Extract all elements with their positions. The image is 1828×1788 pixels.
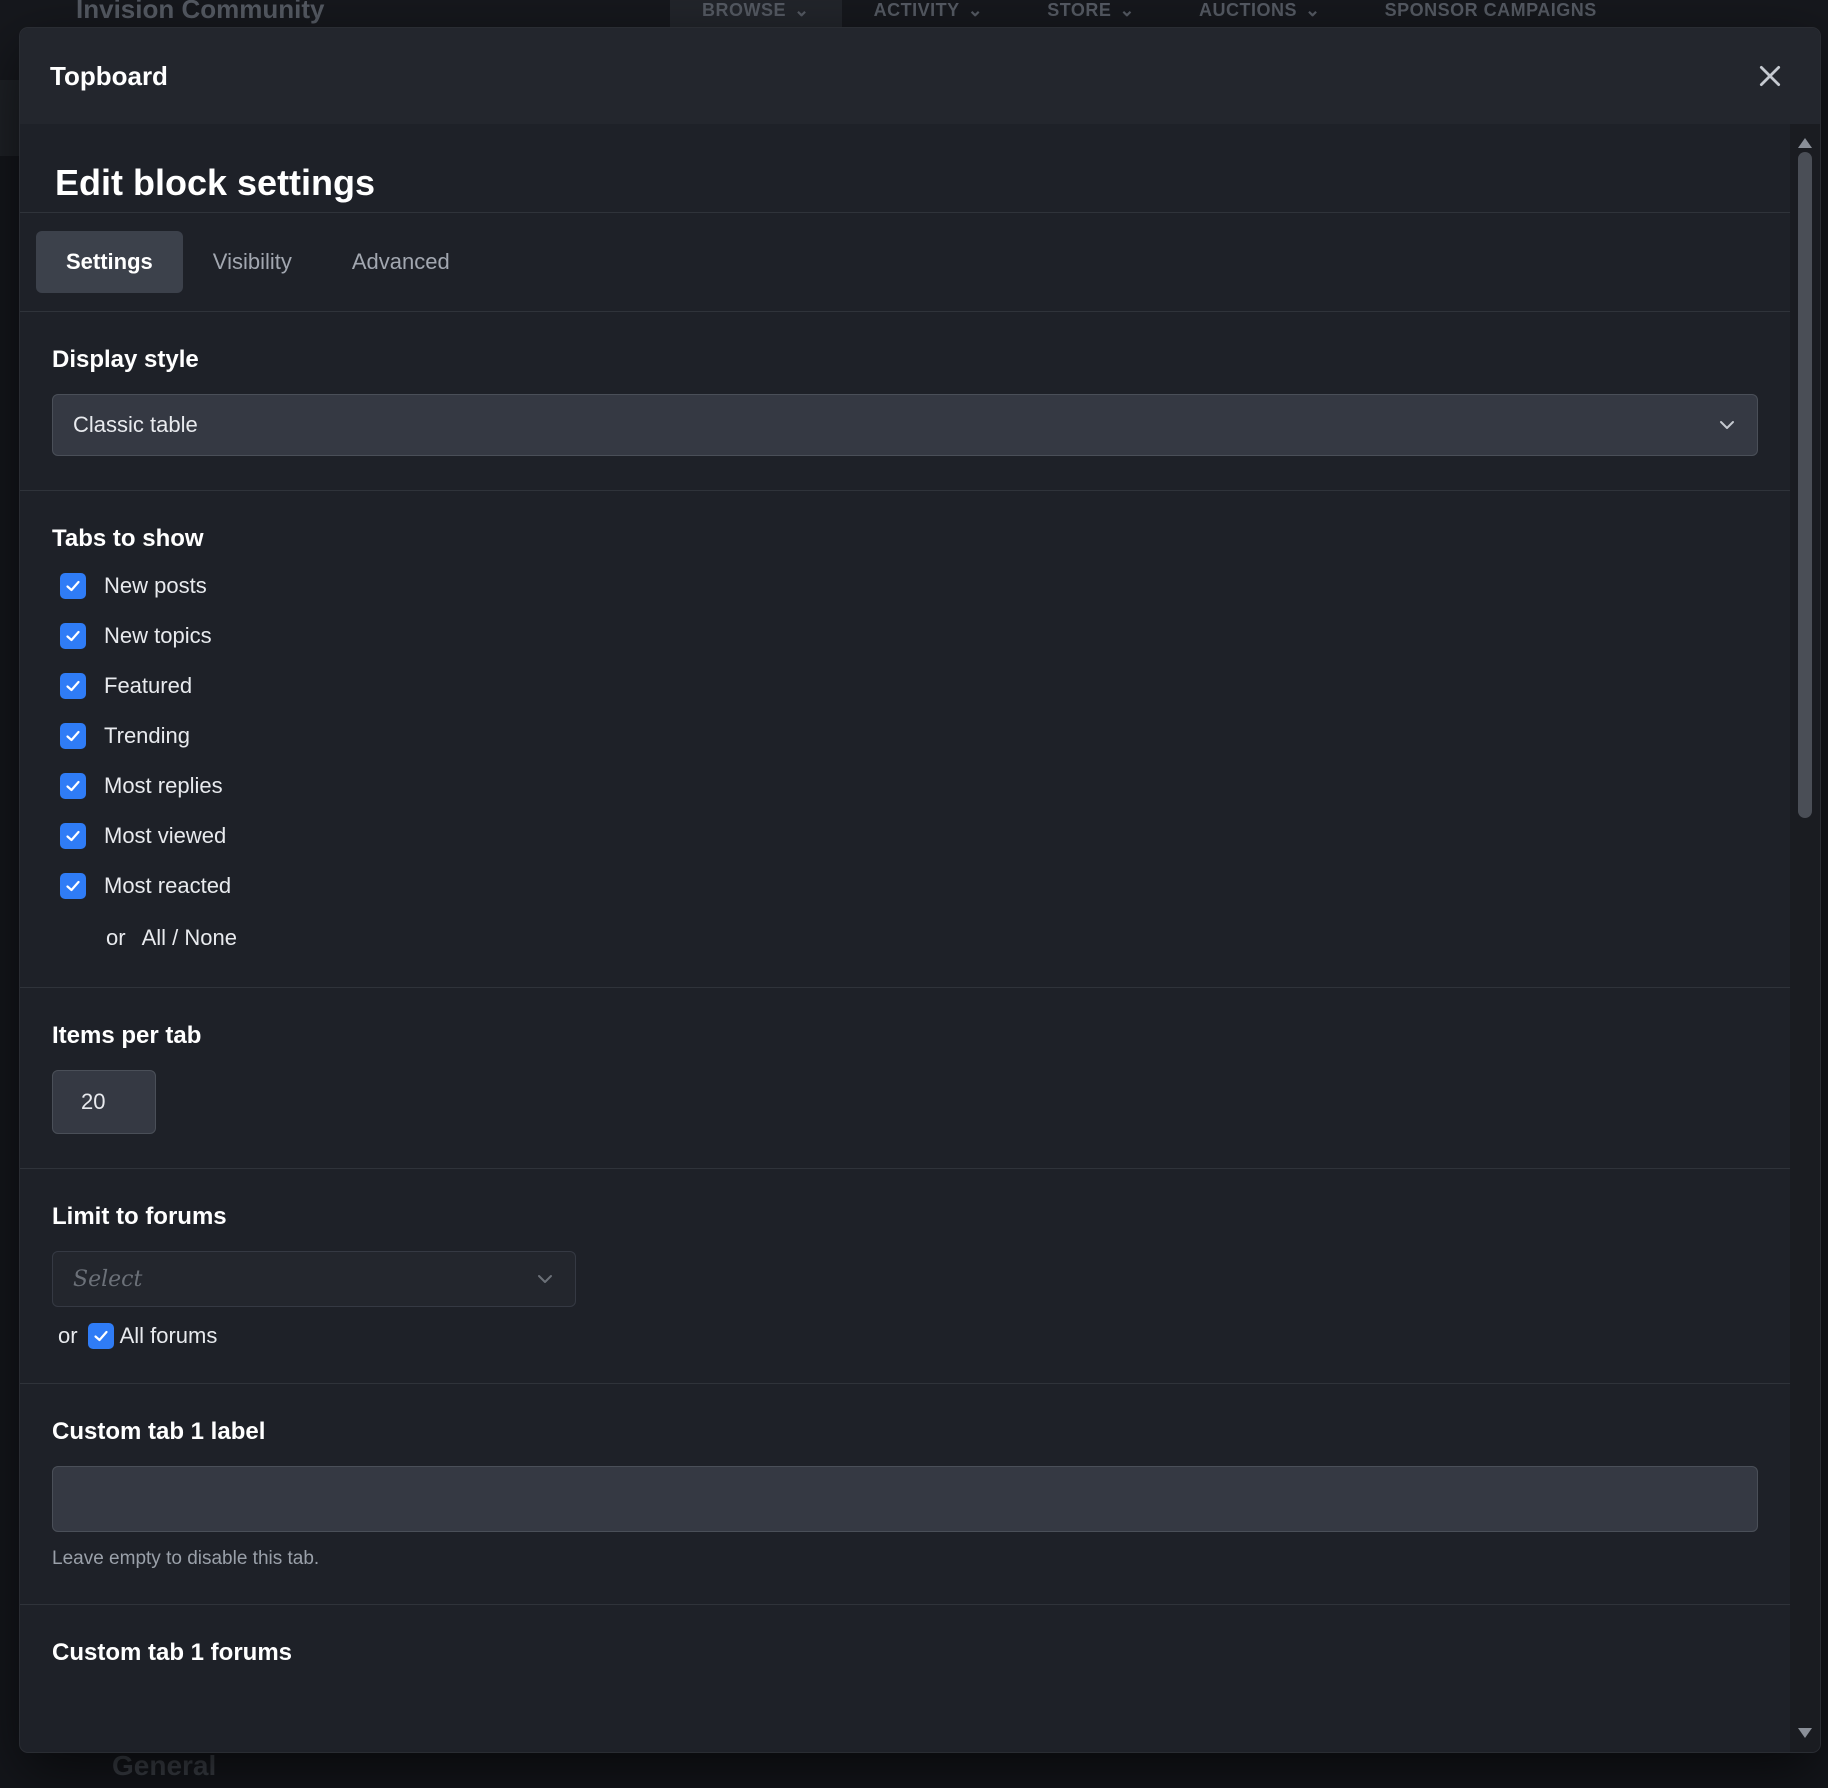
checkbox-row-most-replies: Most replies xyxy=(52,761,1758,811)
or-text: or xyxy=(106,925,126,950)
checkbox-most-replies[interactable] xyxy=(60,773,86,799)
checkbox-most-reacted[interactable] xyxy=(60,873,86,899)
checkbox-row-most-reacted: Most reacted xyxy=(52,861,1758,911)
items-per-tab-label: Items per tab xyxy=(52,1022,202,1049)
or-text: or xyxy=(58,1323,78,1348)
tabs-to-show-label: Tabs to show xyxy=(52,525,204,552)
tab-advanced[interactable]: Advanced xyxy=(322,231,480,293)
close-icon xyxy=(1759,65,1781,87)
modal-title: Topboard xyxy=(50,60,168,91)
checkbox-label: Featured xyxy=(104,673,193,698)
limit-forums-label: Limit to forums xyxy=(52,1203,227,1230)
custom-tab-1-label-heading: Custom tab 1 label xyxy=(52,1418,266,1445)
forums-select-placeholder: Select xyxy=(73,1266,143,1292)
checkbox-row-most-viewed: Most viewed xyxy=(52,811,1758,861)
scroll-down-arrow-icon[interactable] xyxy=(1798,1728,1812,1738)
custom-tab-1-label-hint: Leave empty to disable this tab. xyxy=(52,1548,320,1569)
tabs-checkbox-list: New posts New topics Featured Trending M… xyxy=(52,561,1758,965)
check-icon xyxy=(66,880,80,892)
menu-browse: BROWSE ⌄ xyxy=(670,0,842,28)
modal-scrollbar[interactable] xyxy=(1790,124,1820,1752)
checkbox-label: Most viewed xyxy=(104,823,227,848)
page-title: Edit block settings xyxy=(55,162,376,203)
chevron-down-icon: ⌄ xyxy=(794,0,810,20)
forums-select[interactable]: Select xyxy=(52,1251,576,1307)
chevron-down-icon: ⌄ xyxy=(967,0,984,20)
all-forums-row: or All forums xyxy=(52,1323,1758,1349)
background-section-title: General xyxy=(112,1750,217,1781)
display-style-select[interactable]: Classic table xyxy=(52,394,1758,456)
limit-forums-section: Limit to forums Select or All forums xyxy=(20,1169,1790,1384)
checkbox-row-new-posts: New posts xyxy=(52,561,1758,611)
scroll-up-arrow-icon[interactable] xyxy=(1798,138,1812,148)
menu-activity: ACTIVITY ⌄ xyxy=(873,0,984,20)
tabs-to-show-section: Tabs to show New posts New topics Featur… xyxy=(20,491,1790,988)
custom-tab-1-forums-heading: Custom tab 1 forums xyxy=(52,1639,293,1666)
checkbox-label: New topics xyxy=(104,623,212,648)
chevron-down-icon: ⌄ xyxy=(1304,0,1321,20)
site-menu: BROWSE ⌄ ACTIVITY ⌄ STORE ⌄ AUCTIONS ⌄ SPONS… xyxy=(670,0,1629,28)
checkbox-trending[interactable] xyxy=(60,723,86,749)
check-icon xyxy=(93,1330,108,1342)
menu-store: STORE ⌄ xyxy=(1047,0,1135,20)
tab-visibility[interactable]: Visibility xyxy=(183,231,322,293)
menu-sponsor-campaigns: SPONSOR CAMPAIGNS xyxy=(1384,0,1597,20)
checkbox-label: Most replies xyxy=(104,773,223,798)
display-style-value: Classic table xyxy=(73,412,198,437)
checkbox-most-viewed[interactable] xyxy=(60,823,86,849)
check-icon xyxy=(66,630,80,642)
settings-tabs: Settings Visibility Advanced xyxy=(20,213,1790,311)
checkbox-new-posts[interactable] xyxy=(60,573,86,599)
checkbox-row-new-topics: New topics xyxy=(52,611,1758,661)
modal-body: Edit block settings Settings Visibility … xyxy=(20,124,1790,1752)
custom-tab-1-forums-section: Custom tab 1 forums xyxy=(20,1605,1790,1721)
custom-tab-1-label-input[interactable] xyxy=(52,1466,1758,1532)
background-sidebar xyxy=(0,80,22,156)
items-per-tab-input[interactable]: 20 xyxy=(52,1070,156,1134)
check-icon xyxy=(66,680,80,692)
all-none-row: or All / None xyxy=(52,911,1758,965)
all-forums-checkbox[interactable] xyxy=(87,1323,114,1349)
checkbox-row-featured: Featured xyxy=(52,661,1758,711)
checkbox-row-trending: Trending xyxy=(52,711,1758,761)
chevron-down-icon xyxy=(1720,421,1734,429)
close-button[interactable] xyxy=(1750,56,1790,96)
display-style-section: Display style Classic table xyxy=(20,312,1790,491)
tab-settings[interactable]: Settings xyxy=(36,231,183,293)
all-forums-label: All forums xyxy=(119,1323,218,1348)
display-style-label: Display style xyxy=(52,346,199,373)
checkbox-label: New posts xyxy=(104,573,207,598)
modal-header: Topboard xyxy=(20,28,1820,124)
check-icon xyxy=(66,780,80,792)
site-brand: Invision Community xyxy=(76,0,325,24)
items-per-tab-section: Items per tab 20 xyxy=(20,988,1790,1169)
all-none-link[interactable]: All / None xyxy=(142,925,237,951)
edit-block-modal: Topboard Edit block settings Settings Vi… xyxy=(20,28,1820,1752)
check-icon xyxy=(66,830,80,842)
checkbox-label: Most reacted xyxy=(104,873,232,898)
custom-tab-1-label-section: Custom tab 1 label Leave empty to disabl… xyxy=(20,1384,1790,1605)
chevron-down-icon: ⌄ xyxy=(1119,0,1135,20)
chevron-down-icon xyxy=(538,1275,552,1283)
checkbox-featured[interactable] xyxy=(60,673,86,699)
check-icon xyxy=(66,580,80,592)
menu-auctions: AUCTIONS ⌄ xyxy=(1198,0,1321,20)
check-icon xyxy=(66,730,80,742)
checkbox-label: Trending xyxy=(104,723,191,748)
checkbox-new-topics[interactable] xyxy=(60,623,86,649)
scrollbar-thumb[interactable] xyxy=(1798,152,1812,818)
